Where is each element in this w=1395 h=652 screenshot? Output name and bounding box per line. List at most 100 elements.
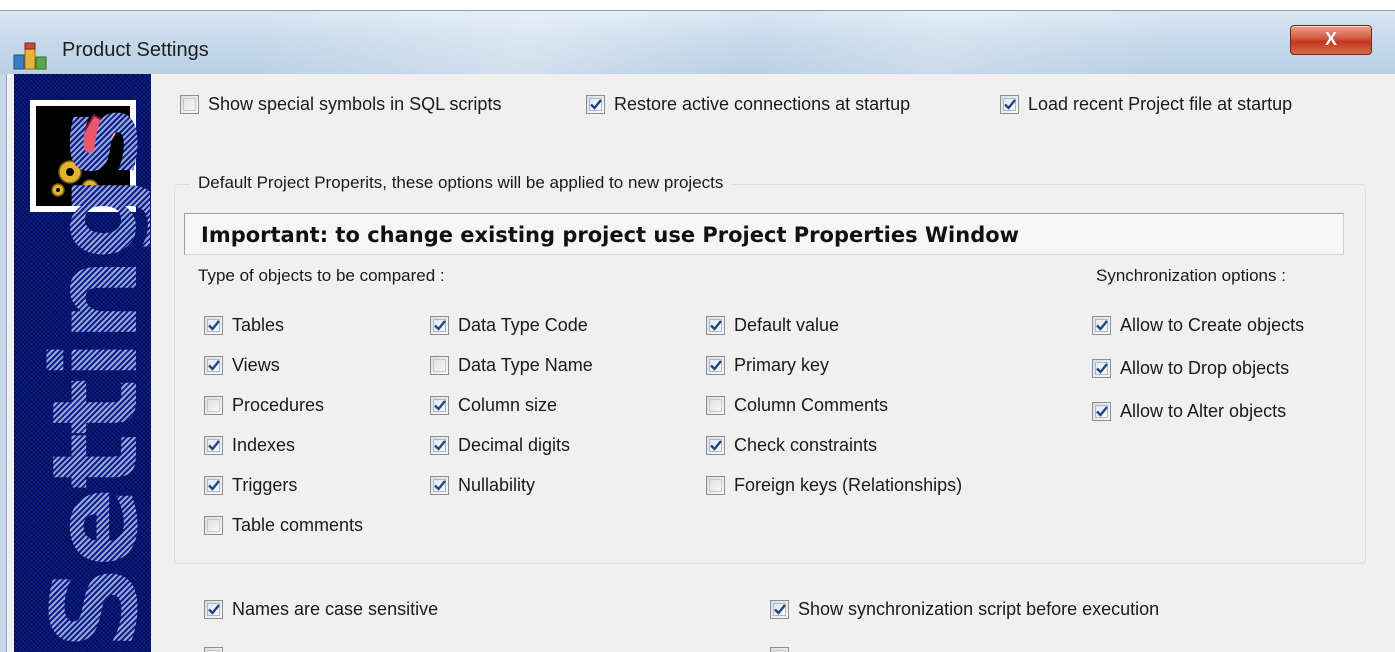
checkmark-icon <box>1095 320 1108 331</box>
datatype-column-size-checkbox[interactable]: Column size <box>430 393 557 417</box>
close-button[interactable]: X <box>1290 25 1372 55</box>
checkbox-label: Allow to Drop objects <box>1120 357 1290 378</box>
sync-allow-to-drop-objects-checkbox[interactable]: Allow to Drop objects <box>1092 356 1289 380</box>
checkbox-label: Tables <box>232 314 285 335</box>
checkbox-box[interactable] <box>430 435 449 455</box>
checkmark-icon <box>433 480 446 491</box>
checkbox-label: Foreign keys (Relationships) <box>734 474 963 495</box>
checkbox-box[interactable] <box>586 94 605 114</box>
checkbox-label: Views <box>232 354 280 375</box>
checkbox-box[interactable] <box>706 315 725 335</box>
object-indexes-checkbox[interactable]: Indexes <box>204 433 295 457</box>
checkbox-box[interactable] <box>204 599 223 619</box>
object-triggers-checkbox[interactable]: Triggers <box>204 473 297 497</box>
checkmark-icon <box>207 320 220 331</box>
checkbox-box[interactable] <box>706 435 725 455</box>
checkmark-icon <box>207 480 220 491</box>
constraint-default-value-checkbox[interactable]: Default value <box>706 313 839 337</box>
product-settings-icon <box>13 42 47 70</box>
checkbox-box[interactable] <box>1000 94 1019 114</box>
checkbox-box[interactable] <box>770 599 789 619</box>
checkbox-box[interactable] <box>180 94 199 114</box>
checkbox-label: Primary key <box>734 354 830 375</box>
checkbox-box[interactable] <box>706 475 725 495</box>
checkbox-box[interactable] <box>430 395 449 415</box>
checkbox-label: Triggers <box>232 474 298 495</box>
checkmark-icon <box>433 440 446 451</box>
checkbox-label: Allow to Create objects <box>1120 314 1305 335</box>
objects-to-compare-label: Type of objects to be compared : <box>198 266 445 285</box>
checkbox-label: Show synchronization script before execu… <box>798 598 1160 619</box>
checkbox-box[interactable] <box>1092 315 1111 335</box>
checkbox-box[interactable] <box>204 435 223 455</box>
partial-checkbox-row-left[interactable] <box>204 644 232 652</box>
show-special-symbols-checkbox[interactable]: Show special symbols in SQL scripts <box>180 92 501 116</box>
checkbox-label: Show special symbols in SQL scripts <box>208 93 502 114</box>
load-recent-project-checkbox[interactable]: Load recent Project file at startup <box>1000 92 1292 116</box>
datatype-data-type-name-checkbox[interactable]: Data Type Name <box>430 353 593 377</box>
checkmark-icon <box>709 360 722 371</box>
checkbox-box[interactable] <box>706 395 725 415</box>
checkbox-label: Column size <box>458 394 558 415</box>
checkbox-box[interactable] <box>430 475 449 495</box>
checkbox-label: Check constraints <box>734 434 878 455</box>
names-case-sensitive-checkbox[interactable]: Names are case sensitive <box>204 597 438 621</box>
object-tables-checkbox[interactable]: Tables <box>204 313 284 337</box>
checkbox-label: Indexes <box>232 434 296 455</box>
checkmark-icon <box>589 99 602 110</box>
checkbox-box[interactable] <box>204 395 223 415</box>
checkmark-icon <box>1003 99 1016 110</box>
checkmark-icon <box>207 440 220 451</box>
group-legend: Default Project Properits, these options… <box>190 173 732 193</box>
checkbox-label: Load recent Project file at startup <box>1028 93 1293 114</box>
object-views-checkbox[interactable]: Views <box>204 353 280 377</box>
restore-connections-checkbox[interactable]: Restore active connections at startup <box>586 92 910 116</box>
checkbox-label: Nullability <box>458 474 536 495</box>
checkmark-icon <box>709 440 722 451</box>
sync-allow-to-create-objects-checkbox[interactable]: Allow to Create objects <box>1092 313 1304 337</box>
checkbox-box[interactable] <box>1092 401 1111 421</box>
checkbox-label: Decimal digits <box>458 434 571 455</box>
checkmark-icon <box>433 320 446 331</box>
checkmark-icon <box>433 400 446 411</box>
object-procedures-checkbox[interactable]: Procedures <box>204 393 324 417</box>
checkbox-box[interactable] <box>430 355 449 375</box>
checkbox-box[interactable] <box>706 355 725 375</box>
synchronization-options-label: Synchronization options : <box>1096 266 1286 285</box>
partial-checkbox-row-right[interactable] <box>770 644 798 652</box>
checkbox-label: Column Comments <box>734 394 889 415</box>
checkbox-label: Procedures <box>232 394 325 415</box>
checkbox-box[interactable] <box>430 315 449 335</box>
checkmark-icon <box>709 320 722 331</box>
object-table-comments-checkbox[interactable]: Table comments <box>204 513 363 537</box>
constraint-primary-key-checkbox[interactable]: Primary key <box>706 353 829 377</box>
checkbox-box[interactable] <box>204 475 223 495</box>
checkbox-box[interactable] <box>1092 358 1111 378</box>
constraint-foreign-keys-relationships-checkbox[interactable]: Foreign keys (Relationships) <box>706 473 962 497</box>
checkbox-label: Data Type Code <box>458 314 588 335</box>
checkbox-label: Default value <box>734 314 840 335</box>
title-bar[interactable]: Product Settings X <box>0 10 1395 75</box>
window-title: Product Settings <box>62 39 209 61</box>
sync-allow-to-alter-objects-checkbox[interactable]: Allow to Alter objects <box>1092 399 1286 423</box>
checkbox-box[interactable] <box>204 315 223 335</box>
sidebar-settings-word: Settings <box>26 90 164 650</box>
checkbox-box[interactable] <box>204 355 223 375</box>
checkbox-label: Names are case sensitive <box>232 598 439 619</box>
checkbox-box[interactable] <box>204 646 223 652</box>
checkbox-box[interactable] <box>770 646 789 652</box>
checkmark-icon <box>207 360 220 371</box>
checkbox-label: Table comments <box>232 514 364 535</box>
datatype-decimal-digits-checkbox[interactable]: Decimal digits <box>430 433 570 457</box>
checkbox-label: Data Type Name <box>458 354 593 375</box>
checkbox-label: Restore active connections at startup <box>614 93 911 114</box>
checkbox-box[interactable] <box>204 515 223 535</box>
checkmark-icon <box>207 604 220 615</box>
show-sync-script-checkbox[interactable]: Show synchronization script before execu… <box>770 597 1159 621</box>
datatype-data-type-code-checkbox[interactable]: Data Type Code <box>430 313 588 337</box>
constraint-column-comments-checkbox[interactable]: Column Comments <box>706 393 888 417</box>
constraint-check-constraints-checkbox[interactable]: Check constraints <box>706 433 877 457</box>
desktop-strip <box>0 0 1395 10</box>
datatype-nullability-checkbox[interactable]: Nullability <box>430 473 535 497</box>
checkbox-label: Allow to Alter objects <box>1120 400 1287 421</box>
